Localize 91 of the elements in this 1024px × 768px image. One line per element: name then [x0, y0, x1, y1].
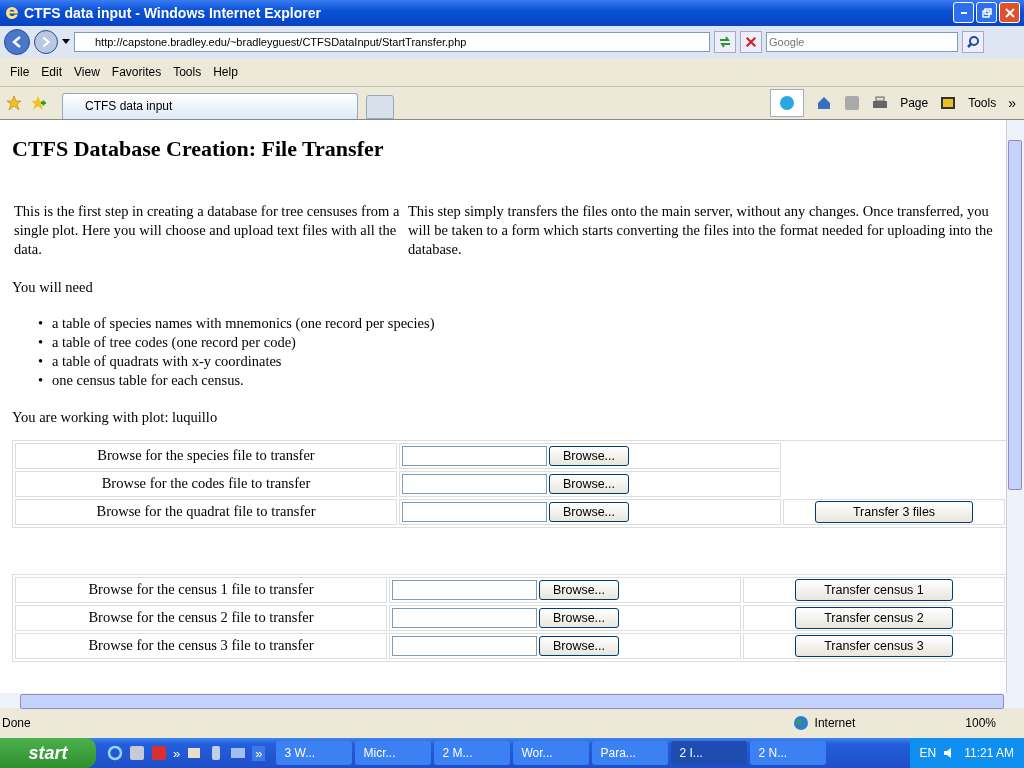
vertical-scrollbar[interactable] — [1006, 119, 1024, 694]
browse-button[interactable]: Browse... — [539, 579, 619, 600]
file-field[interactable] — [402, 473, 547, 494]
close-icon — [1004, 7, 1015, 18]
back-button[interactable] — [4, 28, 30, 55]
browse-button[interactable]: Browse... — [539, 635, 619, 656]
intro-paragraph: This step simply transfers the files onto the main server, without any changes. Once transferred, you will be taken to a form which starts converting the files into the format needed for uploading into the database. — [408, 201, 994, 259]
bullet: • — [38, 351, 45, 371]
menu-item[interactable]: Edit — [35, 64, 69, 79]
file-field[interactable] — [392, 635, 537, 656]
globe-icon — [792, 715, 809, 732]
taskbar-button[interactable]: 2 M... — [434, 741, 511, 765]
taskbar-button[interactable]: 2 N... — [750, 741, 827, 765]
more-chevron[interactable]: » — [252, 745, 266, 761]
transfer-button[interactable]: Transfer census 3 — [795, 634, 953, 657]
feed-icon[interactable] — [844, 94, 861, 111]
bullet: • — [38, 313, 45, 333]
list-item: a table of species names with mnemonics (one record per species) — [52, 313, 435, 333]
menu-item[interactable]: Favorites — [105, 64, 168, 79]
browse-button[interactable]: Browse... — [549, 445, 629, 466]
taskbar-button[interactable]: Para... — [592, 741, 669, 765]
bullet: • — [38, 370, 45, 390]
menu-item[interactable]: View — [68, 64, 106, 79]
intro-paragraph: This is the first step in creating a database for tree censuses from a single plot. Here you will choose and upload text files with all the data. — [14, 201, 401, 259]
close-button[interactable] — [999, 2, 1020, 24]
table-cell: Browse for the census 2 file to transfer — [15, 604, 387, 631]
app-icon[interactable] — [129, 745, 145, 761]
taskbar-button[interactable]: 3 W... — [276, 741, 353, 765]
browser-icon — [4, 4, 20, 21]
minimize-button[interactable] — [953, 2, 974, 24]
browse-button[interactable]: Browse... — [549, 501, 629, 522]
minimize-icon — [960, 11, 967, 14]
status-text: Done — [2, 716, 31, 731]
restore-icon — [981, 7, 992, 18]
table-cell: Browse for the census 3 file to transfer — [15, 632, 387, 659]
page-heading: CTFS Database Creation: File Transfer — [12, 135, 385, 162]
circle-icon — [779, 94, 796, 111]
browse-button[interactable]: Browse... — [549, 473, 629, 494]
printer-icon[interactable] — [872, 94, 889, 111]
clock: 11:21 AM — [964, 746, 1014, 760]
window-title: CTFS data input - Windows Internet Explorer — [24, 4, 321, 21]
browser-icon[interactable] — [107, 745, 123, 761]
table-cell: Browse for the quadrat file to transfer — [15, 498, 397, 525]
plot-line: You are working with plot: luquillo — [12, 408, 219, 426]
file-field[interactable] — [402, 445, 547, 466]
file-field[interactable] — [392, 607, 537, 628]
tools-menu[interactable]: Tools — [968, 95, 997, 110]
refresh-icon — [718, 34, 732, 49]
star-icon[interactable] — [6, 94, 22, 111]
transfer-button[interactable]: Transfer census 2 — [795, 606, 953, 629]
taskbar-button[interactable]: Micr... — [355, 741, 432, 765]
restore-button[interactable] — [976, 2, 997, 24]
home-icon[interactable] — [816, 94, 833, 111]
table-cell: Browse for the species file to transfer — [15, 442, 397, 469]
list-item: one census table for each census. — [52, 370, 244, 390]
address-field[interactable]: http://capstone.bradley.edu/~bradleyguest/CTFSDataInput/StartTransfer.php — [74, 31, 710, 52]
new-tab-button[interactable] — [366, 94, 394, 119]
zone-label: Internet — [814, 716, 856, 731]
menu-item[interactable]: File — [4, 64, 36, 79]
add-favorite-icon[interactable] — [30, 94, 46, 111]
need-label: You will need — [12, 278, 94, 296]
more-chevron[interactable]: » — [173, 745, 181, 761]
transfer-button[interactable]: Transfer 3 files — [815, 500, 973, 523]
taskbar-button[interactable]: 2 I... — [671, 741, 748, 765]
transfer-button[interactable]: Transfer census 1 — [795, 578, 953, 601]
forward-button[interactable] — [34, 29, 58, 54]
menu-item[interactable]: Help — [207, 64, 244, 79]
stop-button[interactable] — [740, 30, 762, 53]
search-icon — [966, 34, 980, 49]
menu-item[interactable]: Tools — [167, 64, 208, 79]
more-chevron[interactable]: » — [1008, 94, 1016, 111]
bullet: • — [38, 332, 45, 352]
caret-icon[interactable] — [62, 39, 70, 45]
browser-tab[interactable]: CTFS data input — [62, 92, 358, 119]
zoom-control[interactable]: 100% — [965, 716, 996, 731]
stop-icon — [745, 35, 757, 48]
search-button[interactable] — [962, 30, 984, 53]
page-menu[interactable]: Page — [900, 95, 929, 110]
file-field[interactable] — [392, 579, 537, 600]
app-icon[interactable] — [186, 745, 203, 761]
table-cell: Browse for the codes file to transfer — [15, 470, 397, 497]
refresh-button[interactable] — [714, 30, 736, 53]
app-icon[interactable] — [230, 745, 247, 761]
list-item: a table of tree codes (one record per code) — [52, 332, 296, 352]
taskbar-button[interactable]: Wor... — [513, 741, 590, 765]
browse-button[interactable]: Browse... — [539, 607, 619, 628]
horizontal-scrollbar[interactable] — [0, 693, 1024, 709]
table-cell: Browse for the census 1 file to transfer — [15, 576, 387, 603]
search-field[interactable]: Google — [766, 31, 958, 52]
list-item: a table of quadrats with x-y coordinates — [52, 351, 282, 371]
file-field[interactable] — [402, 501, 547, 522]
